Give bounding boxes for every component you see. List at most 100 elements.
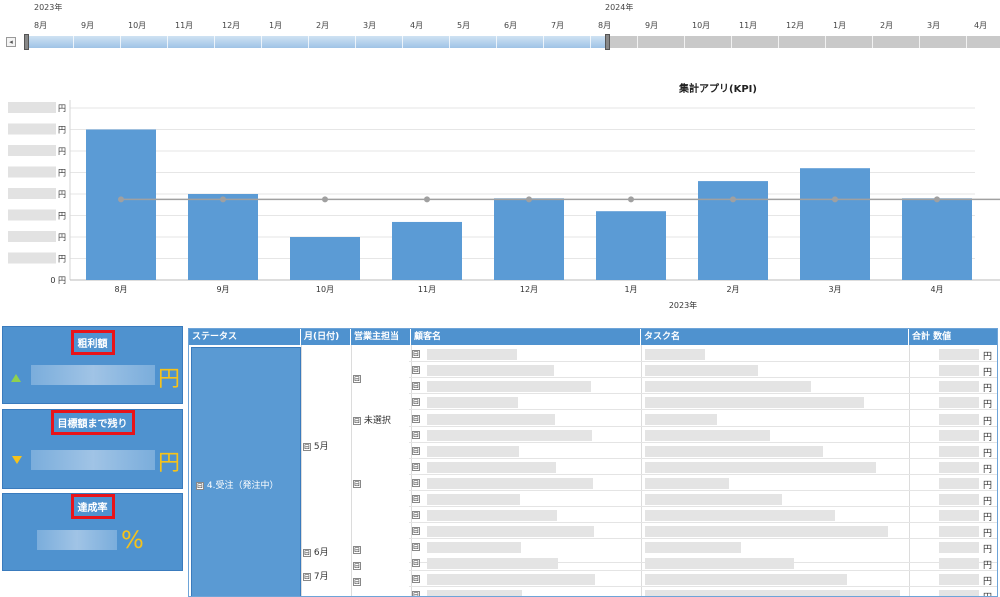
collapse-row-icon[interactable]: ⊟: [412, 479, 420, 487]
timeline-end-handle[interactable]: [605, 34, 610, 50]
total-unit: 円: [983, 577, 993, 587]
header-status[interactable]: ステータス: [189, 329, 301, 345]
table-row[interactable]: ⊟円: [409, 523, 997, 539]
total-unit: 円: [983, 513, 993, 523]
table-row[interactable]: ⊟円: [409, 507, 997, 523]
collapse-row-icon[interactable]: ⊟: [412, 431, 420, 439]
table-row[interactable]: ⊟円: [409, 378, 997, 394]
collapse-staff-icon[interactable]: ⊟: [353, 546, 361, 554]
timeline-slider[interactable]: 2023年 2024年 8月 9月 10月 11月 12月 1月 2月 3月 4月 5月 6月 7月 8…: [0, 0, 1000, 58]
collapse-staff-icon[interactable]: ⊟: [353, 417, 361, 425]
collapse-row-icon[interactable]: ⊟: [412, 415, 420, 423]
table-row[interactable]: ⊟円: [409, 411, 997, 427]
timeline-tick: [402, 36, 403, 48]
timeline-tick: [308, 36, 309, 48]
table-row[interactable]: ⊟円: [409, 459, 997, 475]
collapse-row-icon[interactable]: ⊟: [412, 463, 420, 471]
header-customer[interactable]: 顧客名: [411, 329, 641, 345]
timeline-tick: [543, 36, 544, 48]
collapse-row-icon[interactable]: ⊟: [412, 350, 420, 358]
x-tick-label: 9月: [216, 285, 229, 294]
header-staff[interactable]: 営業主担当: [351, 329, 411, 345]
chart-bar: [698, 181, 768, 280]
kpi-chart: 集計アプリ(KPI) 0 円円円円円円円円円 8月 9月 10月 11月 12月 1月 2月 3月…: [0, 60, 1000, 322]
target-line-point: [118, 196, 124, 203]
task-name-redacted: [645, 526, 888, 537]
table-row[interactable]: ⊟円: [409, 491, 997, 507]
task-name-redacted: [645, 462, 876, 473]
collapse-row-icon[interactable]: ⊟: [412, 447, 420, 455]
collapse-staff-icon[interactable]: ⊟: [353, 375, 361, 383]
collapse-staff-icon[interactable]: ⊟: [353, 578, 361, 586]
collapse-row-icon[interactable]: ⊟: [412, 511, 420, 519]
y-tick-unit: 円: [58, 233, 66, 242]
collapse-row-icon[interactable]: ⊟: [412, 575, 420, 583]
table-row[interactable]: ⊟円: [409, 475, 997, 491]
total-value-redacted: [939, 542, 979, 553]
header-total[interactable]: 合計 数値: [909, 329, 997, 345]
collapse-row-icon[interactable]: ⊟: [412, 527, 420, 535]
customer-name-redacted: [427, 397, 518, 408]
collapse-month-icon[interactable]: ⊟: [303, 549, 311, 557]
timeline-month: 6月: [504, 21, 518, 30]
task-name-redacted: [645, 478, 729, 489]
collapse-row-icon[interactable]: ⊟: [412, 495, 420, 503]
timeline-selected-range[interactable]: [26, 36, 608, 48]
month-group-7[interactable]: ⊟ 7月: [303, 569, 329, 582]
status-label: 4.受注（発注中）: [206, 481, 279, 491]
timeline-year-2023: 2023年: [34, 3, 63, 12]
month-group-5[interactable]: ⊟ 5月: [303, 439, 329, 452]
table-row[interactable]: ⊟円: [409, 571, 997, 587]
timeline-tick: [684, 36, 685, 48]
timeline-scroll-left-icon[interactable]: ◂: [6, 37, 16, 47]
chart-bar: [290, 237, 360, 280]
table-row[interactable]: ⊟円: [409, 555, 997, 571]
table-row[interactable]: ⊟円: [409, 427, 997, 443]
collapse-row-icon[interactable]: ⊟: [412, 591, 420, 596]
collapse-staff-icon[interactable]: ⊟: [353, 562, 361, 570]
table-row[interactable]: ⊟円: [409, 587, 997, 596]
target-line-point: [220, 196, 226, 203]
staff-group[interactable]: ⊟: [353, 479, 361, 489]
collapse-row-icon[interactable]: ⊟: [412, 398, 420, 406]
total-unit: 円: [983, 449, 993, 459]
header-month[interactable]: 月(日付): [301, 329, 351, 345]
header-task[interactable]: タスク名: [641, 329, 909, 345]
total-value-redacted: [939, 574, 979, 585]
collapse-row-icon[interactable]: ⊟: [412, 543, 420, 551]
customer-name-redacted: [427, 478, 593, 489]
table-row[interactable]: ⊟円: [409, 346, 997, 362]
collapse-row-icon[interactable]: ⊟: [412, 366, 420, 374]
month-group-6[interactable]: ⊟ 6月: [303, 545, 329, 558]
staff-group[interactable]: ⊟: [353, 374, 361, 384]
collapse-row-icon[interactable]: ⊟: [412, 382, 420, 390]
timeline-start-handle[interactable]: [24, 34, 29, 50]
staff-group-unselected[interactable]: ⊟ 未選択: [353, 413, 391, 426]
table-row[interactable]: ⊟円: [409, 362, 997, 378]
trend-up-icon: [11, 374, 21, 382]
collapse-month-icon[interactable]: ⊟: [303, 573, 311, 581]
collapse-staff-icon[interactable]: ⊟: [353, 480, 361, 488]
y-tick-value-redacted: [8, 166, 56, 178]
task-name-redacted: [645, 590, 900, 596]
collapse-status-icon[interactable]: ⊟: [196, 482, 204, 490]
table-row[interactable]: ⊟円: [409, 394, 997, 410]
status-cell[interactable]: ⊟ 4.受注（発注中）: [191, 347, 301, 596]
total-value-redacted: [939, 590, 979, 596]
total-unit: 円: [983, 561, 993, 571]
staff-group[interactable]: ⊟: [353, 545, 361, 555]
staff-group[interactable]: ⊟: [353, 561, 361, 571]
total-unit: 円: [983, 590, 992, 596]
timeline-tick: [261, 36, 262, 48]
timeline-month: 3月: [927, 21, 941, 30]
timeline-tick: [778, 36, 779, 48]
collapse-row-icon[interactable]: ⊟: [412, 559, 420, 567]
y-tick-value-redacted: [8, 102, 56, 113]
x-tick-label: 11月: [418, 285, 436, 294]
collapse-month-icon[interactable]: ⊟: [303, 443, 311, 451]
target-line-point: [424, 196, 430, 203]
x-tick-label: 3月: [828, 285, 841, 294]
x-tick-label: 1月: [624, 285, 637, 294]
staff-group[interactable]: ⊟: [353, 577, 361, 587]
table-row[interactable]: ⊟円: [409, 443, 997, 459]
